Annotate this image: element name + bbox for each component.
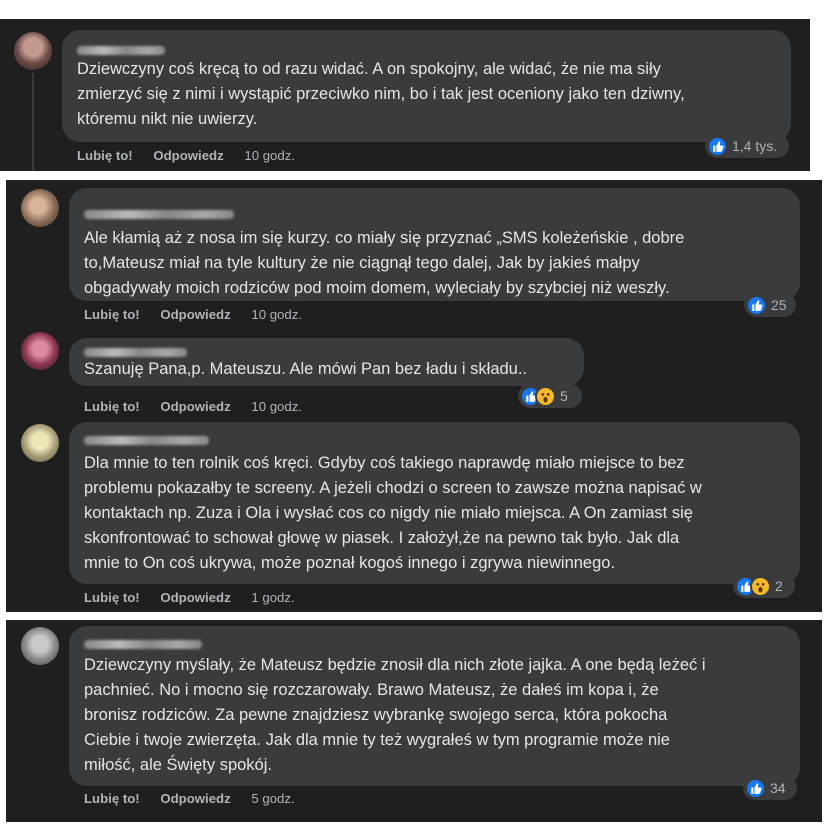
comment-panel-3: Dziewczyny myślały, że Mateusz będzie zn… [6,620,822,822]
comment-actions: Lubię to! Odpowiedz 10 godz. [84,307,302,322]
comment-bubble: Ale kłamią aż z nosa im się kurzy. co mi… [69,188,800,301]
commenter-name-blurred[interactable] [84,640,202,649]
comment-panel-2: Ale kłamią aż z nosa im się kurzy. co mi… [6,180,822,612]
comment-actions: Lubię to! Odpowiedz 5 godz. [84,791,295,806]
reaction-count: 5 [560,388,568,404]
like-button[interactable]: Lubię to! [84,590,140,605]
reply-button[interactable]: Odpowiedz [160,399,230,414]
timestamp[interactable]: 10 godz. [251,307,302,322]
comment-text: Dziewczyny myślały, że Mateusz będzie zn… [84,656,706,774]
comment-actions: Lubię to! Odpowiedz 1 godz. [84,590,295,605]
comment-bubble: Dziewczyny myślały, że Mateusz będzie zn… [69,626,800,786]
comment-panel-1: Dziewczyny coś kręcą to od razu widać. A… [0,19,810,171]
avatar[interactable] [21,332,59,370]
reaction-count: 25 [771,297,787,313]
timestamp[interactable]: 5 godz. [251,791,294,806]
wow-icon [535,385,556,407]
like-icon [746,294,767,316]
avatar[interactable] [14,32,52,70]
comment-bubble: Szanuję Pana,p. Mateuszu. Ale mówi Pan b… [69,338,584,386]
reply-button[interactable]: Odpowiedz [160,307,230,322]
commenter-name-blurred[interactable] [84,436,209,445]
reply-button[interactable]: Odpowiedz [153,148,223,163]
reactions-badge[interactable]: 34 [743,776,797,800]
like-button[interactable]: Lubię to! [84,791,140,806]
avatar[interactable] [21,627,59,665]
timestamp[interactable]: 10 godz. [251,399,302,414]
wow-icon [750,575,771,597]
comment-actions: Lubię to! Odpowiedz 10 godz. [77,148,295,163]
reactions-badge[interactable]: 5 [518,384,582,408]
like-button[interactable]: Lubię to! [84,307,140,322]
comment-bubble: Dziewczyny coś kręcą to od razu widać. A… [62,30,791,142]
like-button[interactable]: Lubię to! [77,148,133,163]
like-button[interactable]: Lubię to! [84,399,140,414]
reactions-badge[interactable]: 2 [733,574,795,598]
avatar[interactable] [21,424,59,462]
comment-actions: Lubię to! Odpowiedz 10 godz. [84,399,302,414]
thread-line [32,73,34,171]
comment-bubble: Dla mnie to ten rolnik coś kręci. Gdyby … [69,422,800,584]
reply-button[interactable]: Odpowiedz [160,590,230,605]
avatar[interactable] [21,189,59,227]
comment-text: Dla mnie to ten rolnik coś kręci. Gdyby … [84,454,702,572]
reply-button[interactable]: Odpowiedz [160,791,230,806]
commenter-name-blurred[interactable] [84,210,234,219]
reaction-count: 34 [770,780,786,796]
timestamp[interactable]: 1 godz. [251,590,294,605]
commenter-name-blurred[interactable] [77,46,165,55]
commenter-name-blurred[interactable] [84,348,187,357]
comment-text: Dziewczyny coś kręcą to od razu widać. A… [77,60,685,128]
comment-text: Ale kłamią aż z nosa im się kurzy. co mi… [84,229,685,297]
reactions-badge[interactable]: 25 [744,293,796,317]
timestamp[interactable]: 10 godz. [244,148,295,163]
comment-text: Szanuję Pana,p. Mateuszu. Ale mówi Pan b… [84,360,528,378]
reaction-count: 2 [775,578,783,594]
reaction-count: 1,4 tys. [732,138,778,154]
like-icon [707,135,728,157]
like-icon [745,777,766,799]
reactions-badge[interactable]: 1,4 tys. [705,134,789,158]
